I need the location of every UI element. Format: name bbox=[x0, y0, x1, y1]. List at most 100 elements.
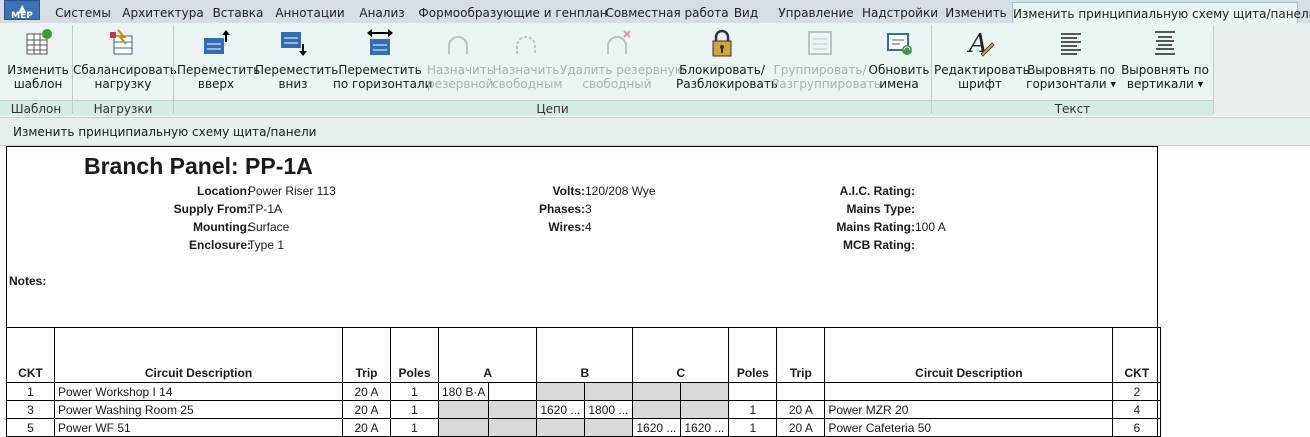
table-row[interactable]: 1 Power Workshop I 14 20 A 1 180 B·A 2 bbox=[6, 382, 1162, 401]
poles-left-cell[interactable]: 1 bbox=[390, 418, 439, 437]
align-vertical-icon bbox=[1155, 31, 1175, 55]
move-horizontal-button[interactable]: Переместить по горизонтали bbox=[333, 23, 432, 99]
header-phase-a: A bbox=[437, 327, 538, 383]
align-vertical-button[interactable]: Выровнять по вертикали ▼ bbox=[1118, 23, 1212, 99]
description-right-cell[interactable]: Power MZR 20 bbox=[824, 400, 1114, 419]
ckt-right-cell[interactable]: 4 bbox=[1112, 400, 1162, 419]
panel-title[interactable]: Branch Panel: PP-1A bbox=[84, 153, 313, 180]
assign-spare-button[interactable]: Назначить резервной bbox=[427, 23, 494, 99]
description-left-cell[interactable]: Power WF 51 bbox=[54, 418, 343, 437]
location-value[interactable]: Power Riser 113 bbox=[248, 184, 336, 198]
tab-addins[interactable]: Надстройки bbox=[860, 3, 940, 23]
tab-edit-panel-schedule[interactable]: Изменить принципиальную схему щита/панел… bbox=[1012, 2, 1310, 24]
tab-insert[interactable]: Вставка bbox=[210, 3, 266, 23]
enclosure-label: Enclosure: bbox=[188, 238, 251, 252]
trip-right-cell[interactable]: 20 A bbox=[776, 400, 826, 419]
phase-a-right-cell[interactable] bbox=[488, 382, 538, 401]
lock-unlock-label-1: Блокировать/ bbox=[679, 63, 765, 77]
remove-spare-label-1: Удалить резервную bbox=[560, 63, 685, 77]
tab-collaborate[interactable]: Совместная работа bbox=[605, 3, 729, 23]
align-horizontal-label-1: Выровнять по bbox=[1027, 63, 1115, 77]
app-logo-icon: ▲ bbox=[18, 2, 27, 15]
assign-space-button[interactable]: Назначить свободным bbox=[492, 23, 563, 99]
application-menu-button[interactable]: ▲ MEP bbox=[4, 0, 40, 21]
balance-load-button[interactable]: Сбалансировать нагрузку bbox=[73, 23, 177, 99]
poles-right-cell[interactable]: 1 bbox=[728, 418, 778, 437]
phase-b-left-cell[interactable]: 1620 ... bbox=[536, 400, 586, 419]
trip-right-cell[interactable] bbox=[776, 382, 826, 401]
description-right-cell[interactable] bbox=[824, 382, 1114, 401]
trip-left-cell[interactable]: 20 A bbox=[342, 418, 391, 437]
phase-a-right-cell[interactable] bbox=[488, 418, 538, 437]
move-up-button[interactable]: Переместить вверх bbox=[177, 23, 260, 99]
poles-right-cell[interactable]: 1 bbox=[728, 400, 778, 419]
tab-annotate[interactable]: Аннотации bbox=[273, 3, 347, 23]
enclosure-value[interactable]: Type 1 bbox=[248, 238, 284, 252]
poles-right-cell[interactable] bbox=[728, 382, 778, 401]
tab-architecture[interactable]: Архитектура bbox=[120, 3, 206, 23]
phase-c-right-cell[interactable]: 1620 ... bbox=[680, 418, 730, 437]
tab-systems[interactable]: Системы bbox=[50, 3, 116, 23]
phase-b-left-cell[interactable] bbox=[536, 382, 586, 401]
mains-rating-value[interactable]: 100 A bbox=[915, 220, 946, 234]
phase-a-left-cell[interactable] bbox=[437, 418, 490, 437]
wires-value[interactable]: 4 bbox=[585, 220, 592, 234]
move-down-button[interactable]: Переместить вниз bbox=[255, 23, 338, 99]
remove-spare-button[interactable]: Удалить резервную свободный bbox=[560, 23, 685, 99]
lock-unlock-button[interactable]: Блокировать/Разблокировать bbox=[676, 23, 778, 99]
ckt-left-cell[interactable]: 5 bbox=[6, 418, 55, 437]
description-left-cell[interactable]: Power Workshop I 14 bbox=[54, 382, 343, 401]
table-row[interactable]: 3 Power Washing Room 25 20 A 1 1620 ... … bbox=[6, 400, 1162, 419]
tab-manage[interactable]: Управление bbox=[773, 3, 859, 23]
edit-font-button[interactable]: A Редактировать шрифт bbox=[934, 23, 1030, 99]
ckt-right-cell[interactable]: 6 bbox=[1112, 418, 1162, 437]
phase-c-right-cell[interactable] bbox=[680, 382, 730, 401]
ckt-left-cell[interactable]: 3 bbox=[6, 400, 55, 419]
trip-right-cell[interactable]: 20 A bbox=[776, 418, 826, 437]
aic-rating-label: A.I.C. Rating: bbox=[839, 184, 915, 198]
align-horizontal-button[interactable]: Выровнять по горизонтали ▼ bbox=[1026, 23, 1116, 99]
poles-left-cell[interactable]: 1 bbox=[390, 400, 439, 419]
remove-spare-label-2: свободный bbox=[582, 77, 652, 91]
update-names-button[interactable]: Обновить имена bbox=[868, 23, 930, 99]
phase-b-right-cell[interactable] bbox=[584, 418, 634, 437]
assign-space-label-2: свободным bbox=[492, 77, 563, 91]
phase-b-right-cell[interactable] bbox=[584, 382, 634, 401]
table-row[interactable]: 5 Power WF 51 20 A 1 1620 ... 1620 ... 1… bbox=[6, 418, 1162, 437]
phase-a-left-cell[interactable] bbox=[437, 400, 490, 419]
group-ungroup-label-1: Группировать/ bbox=[773, 63, 867, 77]
mounting-value[interactable]: Surface bbox=[248, 220, 289, 234]
header-trip-right: Trip bbox=[776, 327, 826, 383]
edit-template-button[interactable]: Изменить шаблон bbox=[0, 23, 76, 99]
description-right-cell[interactable]: Power Cafeteria 50 bbox=[824, 418, 1114, 437]
phase-a-right-cell[interactable] bbox=[488, 400, 538, 419]
volts-value[interactable]: 120/208 Wye bbox=[585, 184, 656, 198]
tab-massing-site[interactable]: Формообразующие и генплан bbox=[417, 3, 609, 23]
phase-a-left-cell[interactable]: 180 B·A bbox=[437, 382, 490, 401]
phases-value[interactable]: 3 bbox=[585, 202, 592, 216]
group-ungroup-button[interactable]: Группировать/Разгруппировать bbox=[772, 23, 881, 99]
trip-left-cell[interactable]: 20 A bbox=[342, 382, 391, 401]
trip-left-cell[interactable]: 20 A bbox=[342, 400, 391, 419]
phase-c-right-cell[interactable] bbox=[680, 400, 730, 419]
ckt-left-cell[interactable]: 1 bbox=[6, 382, 55, 401]
update-names-label-1: Обновить bbox=[868, 63, 930, 77]
assign-space-icon bbox=[516, 36, 536, 54]
phase-c-left-cell[interactable] bbox=[632, 400, 682, 419]
tab-analyze[interactable]: Анализ bbox=[353, 3, 411, 23]
chevron-down-icon[interactable]: ▼ bbox=[1198, 81, 1203, 89]
phase-b-left-cell[interactable] bbox=[536, 418, 586, 437]
supply-from-value[interactable]: TP-1A bbox=[248, 202, 282, 216]
description-left-cell[interactable]: Power Washing Room 25 bbox=[54, 400, 343, 419]
chevron-down-icon[interactable]: ▼ bbox=[1110, 81, 1115, 89]
drawing-canvas[interactable]: Branch Panel: PP-1A Location: Power Rise… bbox=[0, 146, 1310, 437]
ckt-right-cell[interactable]: 2 bbox=[1112, 382, 1162, 401]
poles-left-cell[interactable]: 1 bbox=[390, 382, 439, 401]
phase-c-left-cell[interactable] bbox=[632, 382, 682, 401]
phase-c-left-cell[interactable]: 1620 ... bbox=[632, 418, 682, 437]
align-horizontal-icon bbox=[1061, 33, 1081, 55]
phase-b-right-cell[interactable]: 1800 ... bbox=[584, 400, 634, 419]
tab-modify[interactable]: Изменить bbox=[945, 3, 1007, 23]
tab-view[interactable]: Вид bbox=[731, 3, 761, 23]
assign-spare-label-2: резервной bbox=[427, 77, 494, 91]
